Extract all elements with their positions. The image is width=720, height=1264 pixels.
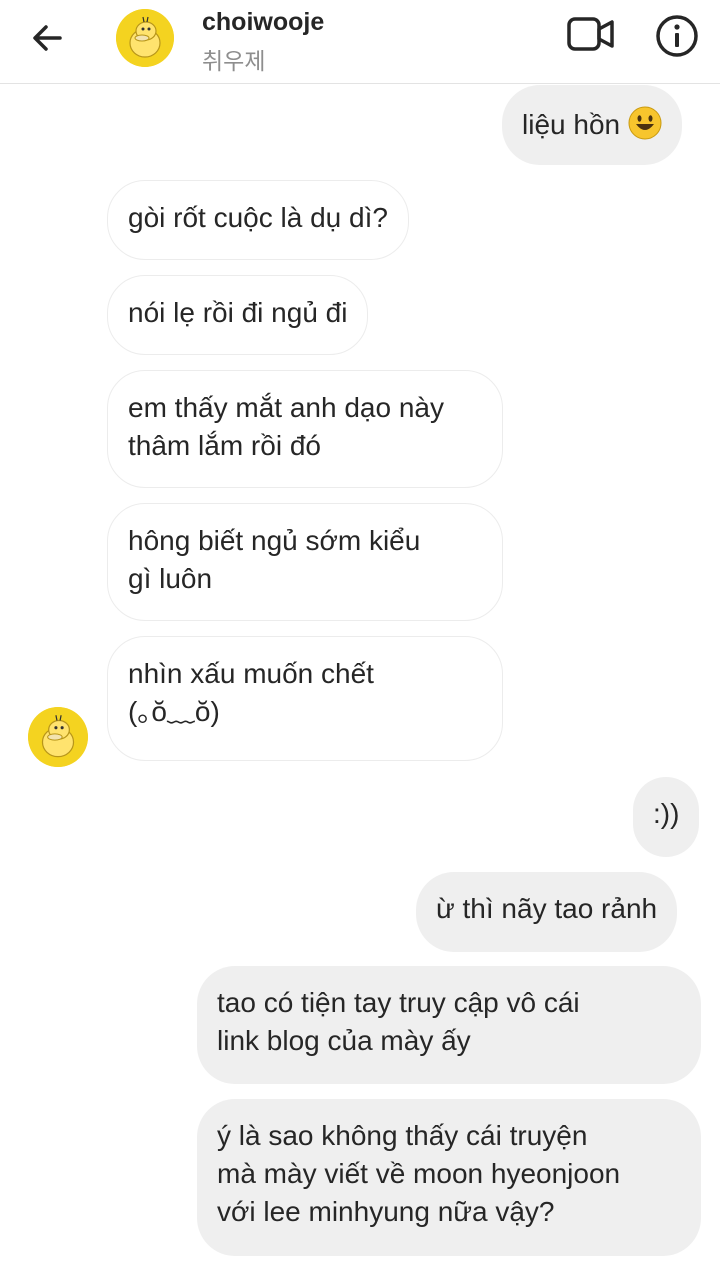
- message-bubble-outgoing[interactable]: :)): [633, 777, 700, 857]
- chat-header: choiwooje 취우제: [0, 0, 720, 84]
- message-text-line: nhìn xấu muốn chết: [128, 658, 374, 689]
- arrow-left-icon: [33, 25, 62, 51]
- message-text-line: tao có tiện tay truy cập vô cái: [217, 987, 580, 1018]
- message-text: ừ thì nãy tao rảnh: [436, 893, 658, 924]
- message-text-line: với lee minhyung nữa vậy?: [217, 1196, 555, 1227]
- info-button[interactable]: [654, 13, 700, 59]
- psyduck-avatar-icon: [28, 707, 88, 767]
- message-text-line: gì luôn: [128, 563, 213, 594]
- message-bubble-outgoing[interactable]: ừ thì nãy tao rảnh: [416, 872, 678, 952]
- message-text-line: mà mày viết về moon hyeonjoon: [217, 1158, 621, 1189]
- message-bubble-incoming[interactable]: em thấy mắt anh dạo này thâm lắm rồi đó: [107, 370, 503, 488]
- message-text: liệu hồn: [522, 109, 621, 140]
- message-text: :)): [653, 798, 680, 829]
- chat-subname: 취우제: [202, 48, 266, 74]
- message-bubble-incoming[interactable]: nhìn xấu muốn chết (｡ŏ﹏ŏ): [107, 636, 503, 761]
- message-text-line: hông biết ngủ sớm kiểu: [128, 525, 421, 556]
- message-text-line: em thấy mắt anh dạo này: [128, 392, 444, 423]
- message-text: gòi rốt cuộc là dụ dì?: [128, 202, 388, 233]
- message-bubble-incoming[interactable]: gòi rốt cuộc là dụ dì?: [107, 180, 409, 260]
- message-text: nói lẹ rồi đi ngủ đi: [128, 297, 348, 328]
- message-bubble-incoming[interactable]: hông biết ngủ sớm kiểu gì luôn: [107, 503, 503, 621]
- psyduck-avatar-icon: [116, 9, 174, 67]
- message-bubble-outgoing[interactable]: liệu hồn: [502, 85, 683, 165]
- video-camera-icon: [567, 17, 614, 51]
- chat-username[interactable]: choiwooje: [202, 8, 324, 37]
- smiley-emoji-icon: [628, 106, 662, 140]
- message-bubble-outgoing[interactable]: tao có tiện tay truy cập vô cái link blo…: [197, 966, 701, 1084]
- back-button[interactable]: [28, 18, 68, 58]
- message-text-line: link blog của mày ấy: [217, 1025, 471, 1056]
- message-bubble-incoming[interactable]: nói lẹ rồi đi ngủ đi: [107, 275, 369, 355]
- avatar[interactable]: [116, 9, 174, 67]
- info-icon: [656, 15, 698, 57]
- message-text-line: thâm lắm rồi đó: [128, 430, 321, 461]
- message-text-line: ý là sao không thấy cái truyện: [217, 1120, 588, 1151]
- video-call-button[interactable]: [566, 14, 616, 58]
- message-text-line: (｡ŏ﹏ŏ): [128, 696, 220, 727]
- sender-avatar[interactable]: [28, 707, 88, 767]
- message-bubble-outgoing[interactable]: ý là sao không thấy cái truyện mà mày vi…: [197, 1099, 701, 1256]
